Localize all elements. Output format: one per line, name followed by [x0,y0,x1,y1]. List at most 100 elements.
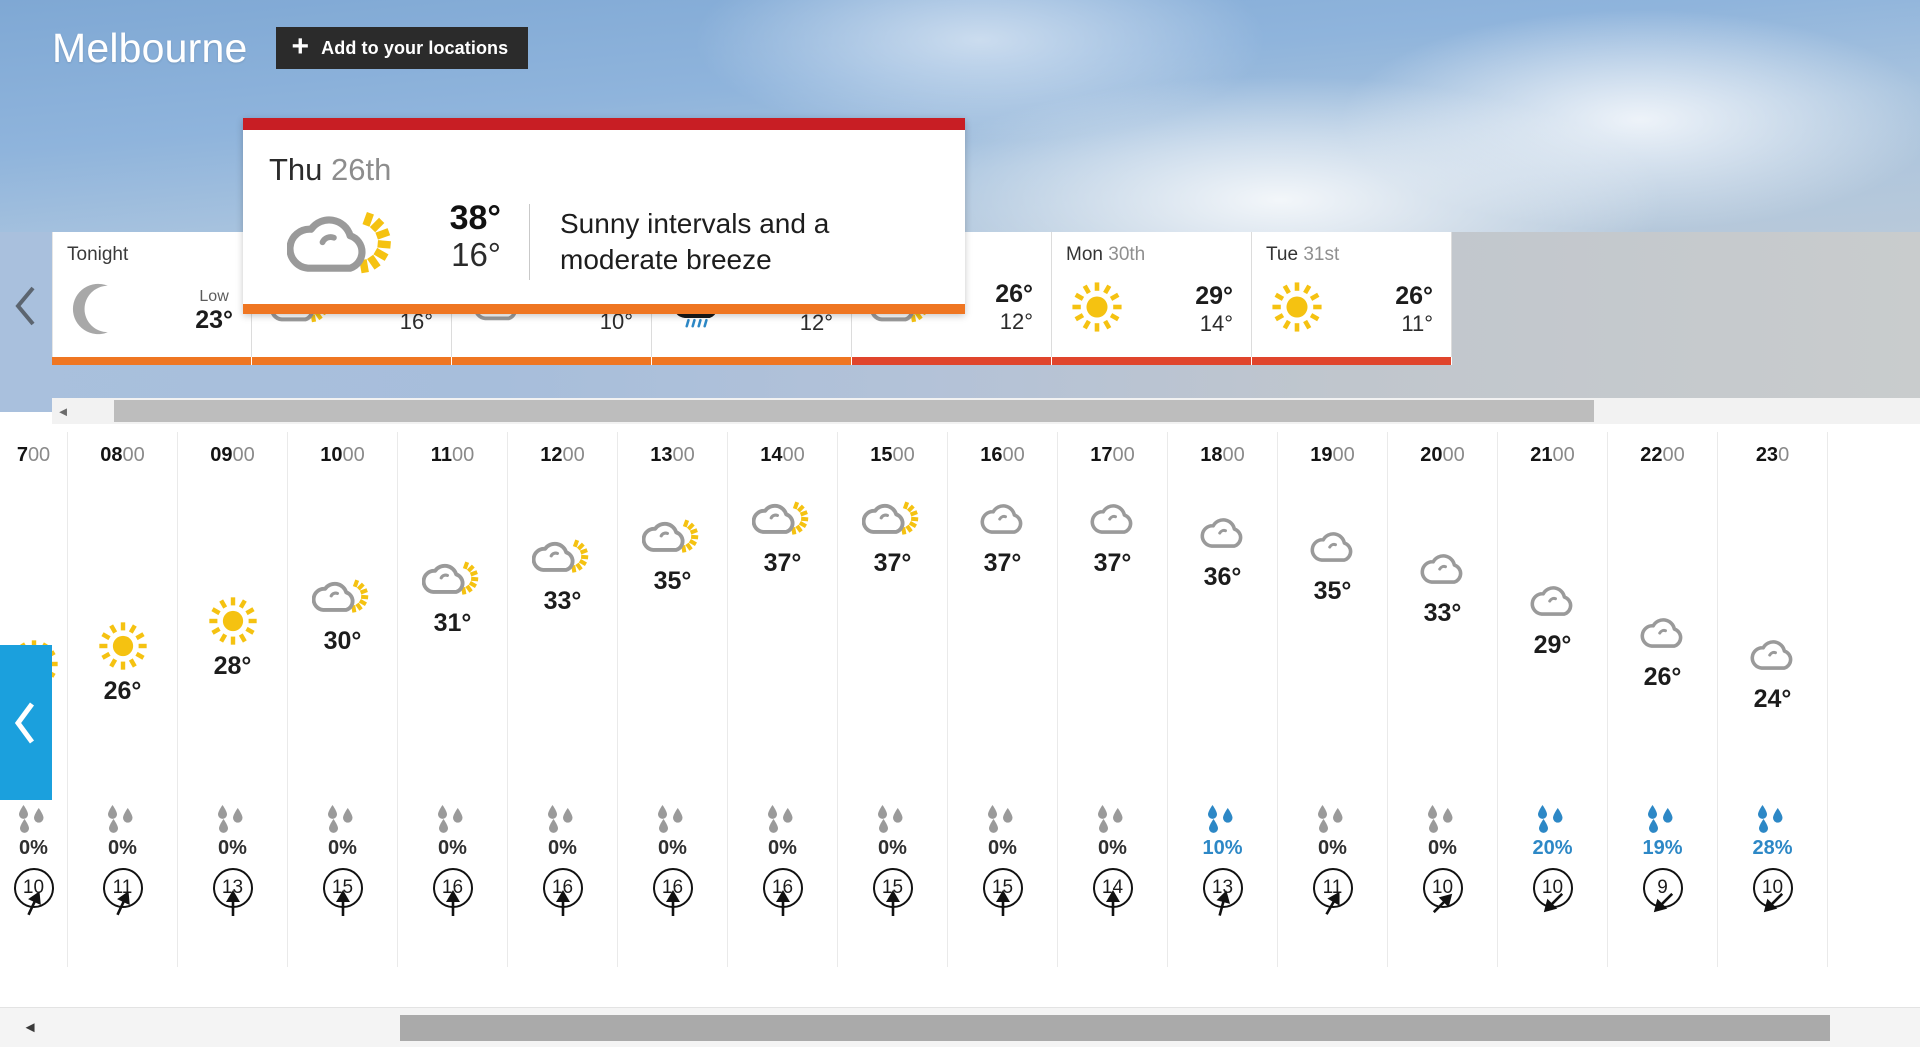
day-temp-bar [52,357,252,365]
hourly-scroll-left-arrow[interactable]: ◄ [0,1019,60,1036]
tooltip-high-temp: 38° [449,199,501,237]
day-cell-temps: 26° 12° [995,280,1033,334]
add-to-locations-button[interactable]: + Add to your locations [275,27,529,69]
day-cell-tonight[interactable]: Tonight Low 23° [52,232,252,357]
daily-scroll-track[interactable] [74,400,1920,422]
tooltip-low-temp: 16° [451,236,501,274]
hour-time-minutes: 00 [1222,444,1245,466]
daily-scrollbar[interactable]: ◄ [52,398,1920,424]
hour-time-hour: 23 [1755,444,1779,466]
hour-precipitation-cell: 19% [1608,797,1717,860]
day-low-temp: 11° [1401,311,1433,337]
hour-column-1700[interactable]: 1700 37° 0% 14 [1058,432,1168,967]
hour-temperature: 26° [1643,663,1682,691]
sun-icon [68,617,177,675]
hour-temp-graph-cell: 35° [1278,467,1387,797]
raindrops-icon [1278,803,1387,837]
hour-condition-group: 28° [178,592,287,681]
hour-wind-cell: 15 [948,860,1057,924]
day-cell-tue-31st[interactable]: Tue 31st 26° 11° [1252,232,1452,357]
page-header: Melbourne + Add to your locations [0,0,1920,96]
day-cell-temps: 29° 14° [1195,282,1233,336]
hour-column-1900[interactable]: 1900 35° 0% 11 [1278,432,1388,967]
hour-precipitation-value: 10% [1202,837,1243,859]
sun-behind-cloud-icon [838,489,947,547]
hour-time-label: 1800 [1168,432,1277,467]
hour-time-minutes: 00 [562,444,585,466]
hour-precipitation-value: 0% [548,837,577,859]
hour-condition-group: 37° [948,489,1057,578]
hour-wind-cell: 16 [728,860,837,924]
hour-time-hour: 08 [100,444,123,466]
hour-wind-cell: 16 [398,860,507,924]
hour-time-minutes: 00 [782,444,805,466]
hour-time-label: 0800 [68,432,177,467]
day-cell-mon-30th[interactable]: Mon 30th 29° 14° [1052,232,1252,357]
day-temp-bar [1252,357,1452,365]
hour-time-hour: 14 [760,444,783,466]
hour-wind-speed: 15 [872,868,913,908]
hour-column-1100[interactable]: 1100 31° 0% 16 [398,432,508,967]
hour-column-1600[interactable]: 1600 37° 0% 15 [948,432,1058,967]
raindrops-icon [1498,803,1607,837]
hour-column-230[interactable]: 230 24° 28% 10 [1718,432,1828,967]
hour-column-0900[interactable]: 0900 28° 0% 13 [178,432,288,967]
hour-temp-graph-cell: 26° [68,467,177,797]
day-cell-temps: 26° 11° [1395,282,1433,336]
hour-precipitation-value: 0% [658,837,687,859]
hour-time-hour: 17 [1090,444,1113,466]
hour-precipitation-cell: 0% [948,797,1057,860]
hour-wind-cell: 11 [1278,860,1387,924]
hour-column-2100[interactable]: 2100 29° 20% 10 [1498,432,1608,967]
hour-condition-group: 37° [838,489,947,578]
hour-column-1400[interactable]: 1400 37° 0% 16 [728,432,838,967]
hourly-forecast-table: 700 24° 0% 10 0800 26° [0,432,1920,1007]
hour-precipitation-cell: 0% [728,797,837,860]
cloud-icon [1058,489,1167,547]
hour-temp-graph-cell: 37° [948,467,1057,797]
hour-wind-cell: 16 [508,860,617,924]
hour-wind-speed: 13 [212,868,253,908]
hour-column-0800[interactable]: 0800 26° 0% 11 [68,432,178,967]
hour-temp-graph-cell: 36° [1168,467,1277,797]
hourly-scrollbar[interactable]: ◄ [0,1007,1920,1047]
raindrops-icon [1388,803,1497,837]
hour-wind-speed: 10 [1532,868,1573,908]
hour-precipitation-cell: 0% [618,797,727,860]
day-cell-label: Tue 31st [1266,244,1437,266]
cloud-icon [1718,625,1827,683]
tonight-low-temp: 23° [195,306,233,334]
hour-condition-group: 26° [1608,603,1717,692]
cloud-icon [1608,603,1717,661]
day-temp-bar [1052,357,1252,365]
sun-icon [1070,280,1124,339]
hour-column-1200[interactable]: 1200 33° 0% 16 [508,432,618,967]
cloud-icon [948,489,1057,547]
daily-previous-button[interactable] [0,232,52,380]
hourly-scroll-track[interactable] [60,1014,1920,1041]
daily-scroll-left-arrow[interactable]: ◄ [52,404,74,419]
tooltip-footer-bar [243,304,965,315]
hour-time-hour: 15 [870,444,893,466]
hourly-scroll-thumb[interactable] [400,1014,1830,1041]
hour-column-2200[interactable]: 2200 26° 19% 9 [1608,432,1718,967]
hour-wind-speed: 15 [982,868,1023,908]
daily-scroll-thumb[interactable] [114,400,1594,422]
hour-precipitation-cell: 0% [508,797,617,860]
tooltip-detail-row: 38° 16° Sunny intervals and a moderate b… [269,199,939,284]
day-temp-bar [452,357,652,365]
hour-precipitation-value: 0% [108,837,137,859]
hour-time-minutes: 00 [27,444,51,466]
hourly-previous-button[interactable] [0,645,52,800]
sun-behind-cloud-icon [269,200,419,284]
hour-precipitation-value: 0% [988,837,1017,859]
hour-column-1500[interactable]: 1500 37° 0% 15 [838,432,948,967]
hour-temperature: 29° [1533,631,1572,659]
hour-time-hour: 7 [16,444,28,466]
raindrops-icon [0,803,67,837]
hour-column-2000[interactable]: 2000 33° 0% 10 [1388,432,1498,967]
hour-column-1000[interactable]: 1000 30° 0% 15 [288,432,398,967]
chevron-left-icon [15,286,35,326]
hour-column-1300[interactable]: 1300 35° 0% 16 [618,432,728,967]
hour-column-1800[interactable]: 1800 36° 10% 13 [1168,432,1278,967]
